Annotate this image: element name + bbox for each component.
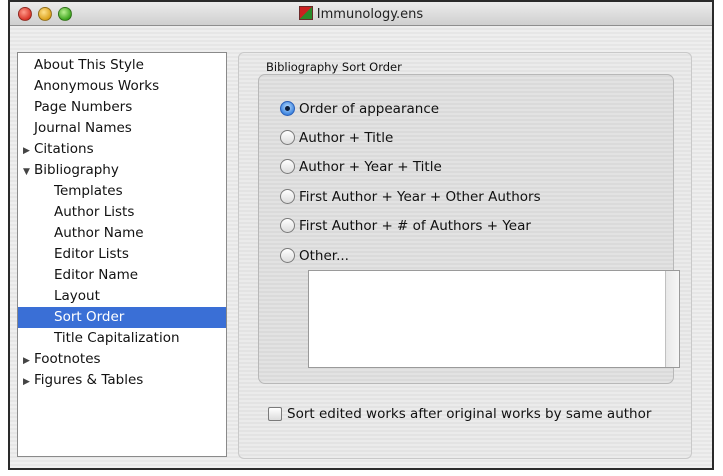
- radio-button[interactable]: [280, 218, 295, 233]
- sidebar-item-title-capitalization[interactable]: Title Capitalization: [18, 328, 226, 349]
- sidebar-item-journal-names[interactable]: Journal Names: [18, 118, 226, 139]
- sidebar-item-author-lists[interactable]: Author Lists: [18, 202, 226, 223]
- sidebar-item-about-this-style[interactable]: About This Style: [18, 55, 226, 76]
- sidebar-item-editor-name[interactable]: Editor Name: [18, 265, 226, 286]
- disclosure-triangle-collapsed-icon[interactable]: ▶: [23, 351, 34, 372]
- sidebar-item-anonymous-works[interactable]: Anonymous Works: [18, 76, 226, 97]
- sidebar-item-sort-order[interactable]: Sort Order: [18, 307, 226, 328]
- sidebar-item-page-numbers[interactable]: Page Numbers: [18, 97, 226, 118]
- radio-author-title[interactable]: Author + Title: [280, 128, 393, 148]
- disclosure-triangle-collapsed-icon[interactable]: ▶: [23, 141, 34, 162]
- radio-order-of-appearance[interactable]: Order of appearance: [280, 99, 439, 119]
- sidebar-item-templates[interactable]: Templates: [18, 181, 226, 202]
- other-sort-order-field[interactable]: [308, 270, 680, 368]
- sidebar-item-footnotes[interactable]: ▶ Footnotes: [18, 349, 226, 370]
- radio-first-author-num-authors-year[interactable]: First Author + # of Authors + Year: [280, 216, 531, 236]
- sidebar-item-layout[interactable]: Layout: [18, 286, 226, 307]
- radio-button[interactable]: [280, 159, 295, 174]
- sidebar-item-editor-lists[interactable]: Editor Lists: [18, 244, 226, 265]
- window-title: Immunology.ens: [10, 6, 712, 22]
- sidebar-item-figures-and-tables[interactable]: ▶ Figures & Tables: [18, 370, 226, 391]
- sidebar-item-bibliography[interactable]: ▼ Bibliography: [18, 160, 226, 181]
- radio-first-author-year-other-authors[interactable]: First Author + Year + Other Authors: [280, 187, 541, 207]
- group-box-title: Bibliography Sort Order: [266, 60, 402, 74]
- sort-edited-works-option[interactable]: Sort edited works after original works b…: [268, 404, 651, 424]
- title-bar[interactable]: Immunology.ens: [10, 2, 712, 26]
- radio-button[interactable]: [280, 189, 295, 204]
- sort-edited-works-checkbox[interactable]: [268, 407, 282, 421]
- radio-button[interactable]: [280, 248, 295, 263]
- sidebar-item-author-name[interactable]: Author Name: [18, 223, 226, 244]
- sidebar-item-citations[interactable]: ▶ Citations: [18, 139, 226, 160]
- textarea-scrollbar[interactable]: [665, 271, 679, 367]
- endnote-style-file-icon: [298, 6, 313, 20]
- window-title-text: Immunology.ens: [316, 7, 424, 22]
- disclosure-triangle-expanded-icon[interactable]: ▼: [23, 162, 34, 183]
- disclosure-triangle-collapsed-icon[interactable]: ▶: [23, 372, 34, 393]
- radio-button[interactable]: [280, 130, 295, 145]
- style-sections-list[interactable]: About This Style Anonymous Works Page Nu…: [17, 52, 227, 457]
- radio-other[interactable]: Other...: [280, 246, 349, 266]
- radio-author-year-title[interactable]: Author + Year + Title: [280, 157, 442, 177]
- radio-button-selected[interactable]: [280, 101, 295, 116]
